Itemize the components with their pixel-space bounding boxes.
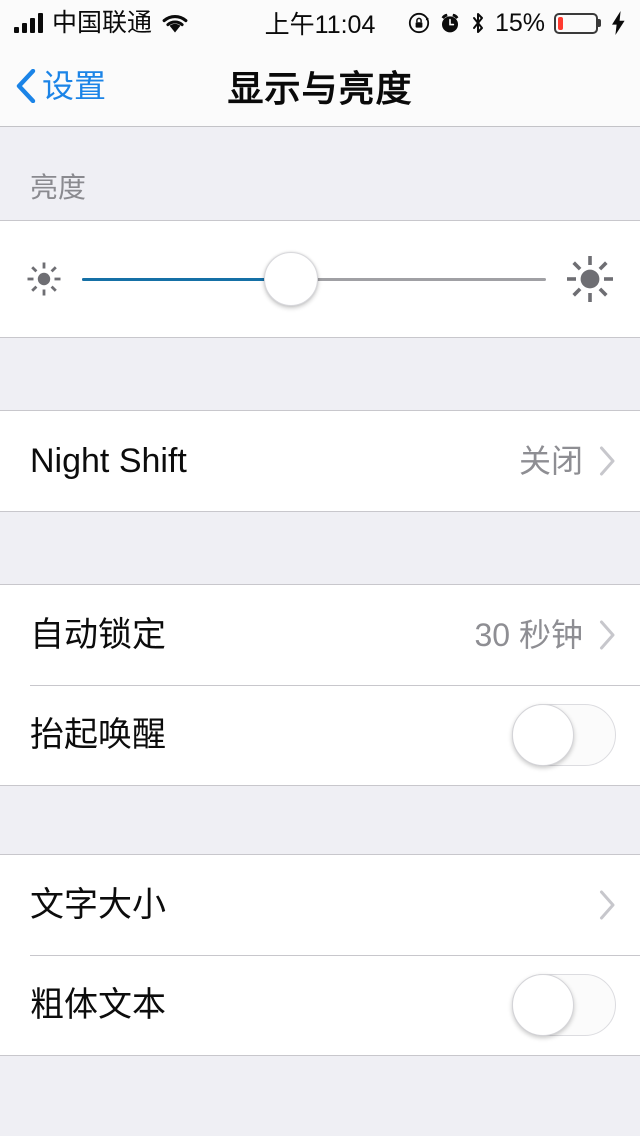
bold-text-toggle[interactable] — [512, 974, 616, 1036]
night-shift-accessory: 关闭 — [519, 445, 616, 477]
status-bar: 中国联通 上午11:04 15% — [0, 0, 640, 46]
auto-lock-row[interactable]: 自动锁定 30 秒钟 — [0, 585, 640, 685]
text-card: 文字大小 粗体文本 — [0, 854, 640, 1056]
chevron-left-icon — [16, 69, 36, 103]
slider-thumb[interactable] — [263, 252, 318, 306]
bold-text-row[interactable]: 粗体文本 — [0, 955, 640, 1055]
back-button-label: 设置 — [42, 68, 107, 104]
section-header-brightness: 亮度 — [30, 172, 87, 203]
toggle-knob — [512, 704, 574, 766]
back-button[interactable]: 设置 — [0, 69, 106, 103]
section-gap — [0, 338, 640, 410]
brightness-slider-row — [0, 221, 640, 337]
alarm-icon — [441, 13, 459, 33]
auto-lock-value: 30 秒钟 — [474, 617, 584, 653]
night-shift-value: 关闭 — [518, 443, 583, 479]
text-size-row[interactable]: 文字大小 — [0, 855, 640, 955]
text-size-accessory — [599, 890, 616, 920]
auto-lock-accessory: 30 秒钟 — [475, 619, 617, 651]
bluetooth-icon — [472, 13, 483, 33]
section-gap — [0, 786, 640, 854]
toggle-knob — [512, 974, 574, 1036]
raise-to-wake-label: 抬起唤醒 — [30, 716, 166, 754]
rotation-lock-icon — [408, 12, 430, 34]
raise-to-wake-row[interactable]: 抬起唤醒 — [0, 685, 640, 785]
status-bar-right: 15% — [408, 8, 626, 37]
lightning-bolt-icon — [612, 11, 625, 35]
sun-large-icon — [567, 256, 613, 302]
bold-text-accessory — [512, 974, 616, 1036]
slider-fill — [82, 277, 291, 281]
status-bar-left: 中国联通 — [14, 8, 189, 37]
section-gap — [0, 512, 640, 584]
chevron-right-icon — [600, 620, 615, 650]
bold-text-label: 粗体文本 — [30, 986, 166, 1024]
wifi-icon — [162, 14, 188, 32]
navigation-bar: 设置 显示与亮度 — [0, 46, 640, 127]
auto-lock-card: 自动锁定 30 秒钟 抬起唤醒 — [0, 584, 640, 786]
auto-lock-label: 自动锁定 — [30, 616, 166, 654]
brightness-slider[interactable] — [82, 251, 546, 307]
battery-icon — [554, 12, 598, 34]
battery-percent-label: 15% — [494, 8, 545, 37]
chevron-right-icon — [600, 446, 615, 476]
text-size-label: 文字大小 — [30, 886, 166, 924]
raise-to-wake-accessory — [512, 704, 616, 766]
raise-to-wake-toggle[interactable] — [512, 704, 616, 766]
carrier-label: 中国联通 — [52, 8, 153, 37]
settings-list[interactable]: 亮度 Night Shift 关闭 自动锁定 30 秒钟 抬起唤醒 文字大小 粗… — [0, 127, 640, 1136]
chevron-right-icon — [600, 890, 615, 920]
cellular-signal-icon — [14, 13, 43, 33]
night-shift-label: Night Shift — [30, 442, 187, 480]
night-shift-row[interactable]: Night Shift 关闭 — [0, 411, 640, 511]
sun-small-icon — [27, 262, 61, 296]
brightness-card — [0, 220, 640, 338]
night-shift-card: Night Shift 关闭 — [0, 410, 640, 512]
